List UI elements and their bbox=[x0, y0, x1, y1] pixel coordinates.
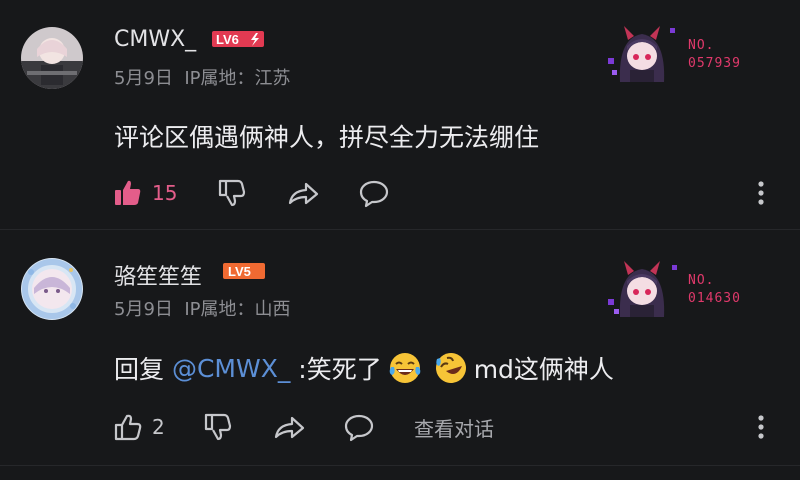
like-button[interactable]: 15 bbox=[112, 177, 177, 209]
more-vertical-icon[interactable] bbox=[745, 411, 777, 443]
mention-link[interactable]: @CMWX_ bbox=[172, 354, 290, 383]
rofl-emoji-icon bbox=[435, 353, 466, 383]
comment-text: 回复 @CMWX_ :笑死了 md这俩神人 bbox=[114, 350, 614, 386]
like-button[interactable]: 2 bbox=[112, 411, 165, 443]
badge-character-icon bbox=[608, 26, 675, 82]
svg-text:LV5: LV5 bbox=[228, 264, 251, 279]
thumbs-up-icon bbox=[114, 414, 142, 441]
view-conversation-link[interactable]: 查看对话 bbox=[414, 413, 494, 442]
comment-ip: IP属地：山西 bbox=[184, 299, 291, 320]
badge-label: NO. bbox=[688, 273, 715, 288]
share-icon bbox=[274, 416, 305, 439]
comment-text: 评论区偶遇俩神人，拼尽全力无法绷住 bbox=[114, 123, 540, 152]
reply-prefix: 回复 bbox=[114, 355, 172, 384]
comment-button[interactable] bbox=[358, 177, 390, 209]
comment-meta: 5月9日 IP属地：江苏 bbox=[114, 64, 291, 90]
badge-label: NO. bbox=[688, 38, 715, 53]
comment-icon bbox=[344, 414, 374, 442]
fan-badge[interactable]: NO. 014630 bbox=[606, 255, 786, 319]
dislike-button[interactable] bbox=[216, 177, 248, 209]
comment-meta: 5月9日 IP属地：山西 bbox=[114, 295, 291, 321]
fan-badge[interactable]: NO. 057939 bbox=[606, 20, 786, 84]
more-vertical-icon[interactable] bbox=[745, 177, 777, 209]
comment-item: CMWX_ LV6 5月9日 IP属地：江苏 NO. 057939 评论区偶遇俩… bbox=[0, 0, 800, 229]
laughing-tears-emoji-icon bbox=[389, 353, 420, 383]
avatar[interactable] bbox=[21, 27, 83, 89]
like-count: 2 bbox=[152, 415, 165, 439]
comment-date: 5月9日 bbox=[114, 299, 173, 320]
level-badge: LV6 bbox=[212, 31, 264, 47]
share-button[interactable] bbox=[272, 411, 306, 443]
comment-item: 骆笙笙笙 LV5 5月9日 IP属地：山西 NO. 014630 回复 @CMW… bbox=[0, 229, 800, 466]
thumbs-up-filled-icon bbox=[115, 180, 141, 205]
badge-number: 014630 bbox=[688, 291, 741, 306]
badge-character-icon bbox=[608, 261, 677, 317]
badge-number: 057939 bbox=[688, 56, 741, 71]
comment-button[interactable] bbox=[343, 411, 375, 443]
comment-icon bbox=[359, 180, 389, 208]
comment-date: 5月9日 bbox=[114, 68, 173, 89]
share-icon bbox=[288, 182, 319, 205]
share-button[interactable] bbox=[286, 177, 320, 209]
like-count: 15 bbox=[152, 181, 178, 205]
username[interactable]: 骆笙笙笙 bbox=[114, 259, 202, 291]
reply-text-a: :笑死了 bbox=[290, 355, 382, 384]
comment-ip: IP属地：江苏 bbox=[184, 68, 291, 89]
next-comment-divider bbox=[0, 465, 800, 480]
level-badge: LV5 bbox=[223, 263, 265, 279]
thumbs-down-icon bbox=[204, 413, 232, 441]
avatar[interactable] bbox=[21, 258, 83, 320]
username[interactable]: CMWX_ bbox=[114, 27, 196, 52]
thumbs-down-icon bbox=[218, 179, 246, 207]
reply-text-b: md这俩神人 bbox=[473, 355, 614, 384]
dislike-button[interactable] bbox=[202, 411, 234, 443]
svg-text:LV6: LV6 bbox=[216, 32, 239, 47]
